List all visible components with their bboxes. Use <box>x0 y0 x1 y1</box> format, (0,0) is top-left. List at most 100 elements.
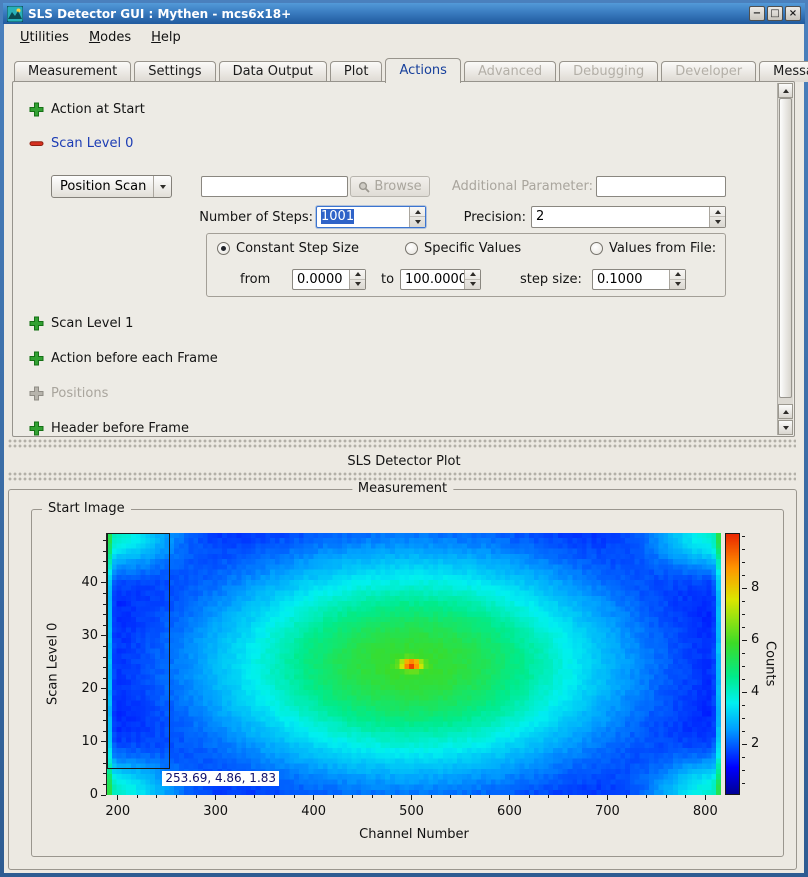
spin-down-icon[interactable] <box>350 280 365 290</box>
spin-down-icon[interactable] <box>710 217 725 227</box>
from-value: 0.0000 <box>297 270 343 289</box>
minus-red-icon[interactable] <box>29 136 44 151</box>
menu-help[interactable]: Help <box>141 27 191 48</box>
menu-modes[interactable]: Modes <box>79 27 141 48</box>
radio-specific-values[interactable]: Specific Values <box>405 241 521 256</box>
menu-utilities[interactable]: Utilities <box>10 27 79 48</box>
heatmap-canvas[interactable] <box>107 533 721 795</box>
precision-spinbox[interactable]: 2 <box>531 206 726 228</box>
step-size-value: 0.1000 <box>597 270 643 289</box>
spin-buttons <box>409 207 425 227</box>
from-spinbox[interactable]: 0.0000 <box>292 269 366 290</box>
scrollbar-thumb[interactable] <box>779 98 792 398</box>
spin-down-icon[interactable] <box>670 280 685 290</box>
tab-messages[interactable]: Messages <box>759 61 808 82</box>
app-icon <box>7 6 23 22</box>
spin-up-icon[interactable] <box>670 270 685 280</box>
colorbar-minor-tick <box>742 718 745 719</box>
action-at-start-row[interactable]: Action at Start <box>29 102 145 117</box>
tab-plot[interactable]: Plot <box>330 61 383 82</box>
minimize-button[interactable]: − <box>749 6 765 21</box>
x-minor-tick <box>529 795 530 798</box>
plus-gray-icon <box>29 386 44 401</box>
y-minor-tick <box>103 625 106 626</box>
colorbar-minor-tick <box>742 562 745 563</box>
scan-mode-combobox[interactable]: Position Scan <box>51 175 172 198</box>
from-label: from <box>240 272 270 287</box>
spin-buttons <box>349 270 365 289</box>
y-minor-tick <box>103 604 106 605</box>
radio-button-icon[interactable] <box>590 242 603 255</box>
x-minor-tick <box>176 795 177 798</box>
vertical-scrollbar[interactable] <box>777 83 793 435</box>
spin-up-icon[interactable] <box>410 207 425 217</box>
radio-button-icon[interactable] <box>217 242 230 255</box>
tab-measurement[interactable]: Measurement <box>14 61 131 82</box>
plus-green-icon[interactable] <box>29 351 44 366</box>
window-content: Utilities Modes Help MeasurementSettings… <box>4 24 804 873</box>
x-minor-tick <box>372 795 373 798</box>
x-minor-tick <box>489 795 490 798</box>
y-minor-tick <box>103 667 106 668</box>
chevron-down-icon[interactable] <box>153 176 171 197</box>
step-size-spinbox[interactable]: 0.1000 <box>592 269 686 290</box>
header-before-frame-row[interactable]: Header before Frame <box>29 421 189 436</box>
scroll-up-button[interactable] <box>778 404 793 419</box>
x-minor-tick <box>470 795 471 798</box>
x-minor-tick <box>196 795 197 798</box>
precision-value: 2 <box>536 207 544 226</box>
number-of-steps-spinbox[interactable]: 1001 <box>316 206 426 228</box>
maximize-button[interactable]: □ <box>767 6 783 21</box>
plus-green-icon[interactable] <box>29 421 44 436</box>
y-tick <box>101 741 106 742</box>
scroll-down-button[interactable] <box>778 420 793 435</box>
spin-down-icon[interactable] <box>465 280 480 290</box>
precision-label: Precision: <box>449 210 526 225</box>
y-tick-label: 0 <box>65 787 98 802</box>
tab-data-output[interactable]: Data Output <box>219 61 327 82</box>
x-tick-label: 600 <box>484 804 534 819</box>
additional-parameter-input[interactable] <box>596 176 726 197</box>
spin-up-icon[interactable] <box>350 270 365 280</box>
spin-down-icon[interactable] <box>410 217 425 227</box>
x-tick <box>117 795 118 800</box>
plus-green-icon[interactable] <box>29 316 44 331</box>
radio-constant-step-size[interactable]: Constant Step Size <box>217 241 359 256</box>
x-minor-tick <box>568 795 569 798</box>
x-minor-tick <box>685 795 686 798</box>
radio-button-icon[interactable] <box>405 242 418 255</box>
scan-level-1-row[interactable]: Scan Level 1 <box>29 316 133 331</box>
radio-values-from-file[interactable]: Values from File: <box>590 241 716 256</box>
scan-script-input[interactable] <box>201 176 348 197</box>
colorbar-tick <box>742 692 747 693</box>
tab-settings[interactable]: Settings <box>134 61 215 82</box>
colorbar-minor-tick <box>742 666 745 667</box>
action-before-frame-row[interactable]: Action before each Frame <box>29 351 218 366</box>
close-button[interactable]: × <box>785 6 801 21</box>
spin-buttons <box>669 270 685 289</box>
x-tick-label: 500 <box>387 804 437 819</box>
to-spinbox[interactable]: 100.0000 <box>400 269 481 290</box>
action-row-label: Action before each Frame <box>51 351 218 366</box>
y-minor-tick <box>103 699 106 700</box>
x-tick <box>607 795 608 800</box>
positions-row: Positions <box>29 386 108 401</box>
colorbar-minor-tick <box>742 549 745 550</box>
x-minor-tick <box>333 795 334 798</box>
tab-actions[interactable]: Actions <box>385 58 461 83</box>
splitter-handle[interactable] <box>8 439 796 449</box>
y-minor-tick <box>103 646 106 647</box>
colorbar-canvas <box>726 534 739 794</box>
scan-level-0-row[interactable]: Scan Level 0 <box>29 136 133 151</box>
plus-green-icon[interactable] <box>29 102 44 117</box>
heatmap-plot-area[interactable]: 253.69, 4.86, 1.83 Channel Number 200300… <box>106 533 720 795</box>
y-minor-tick <box>103 731 106 732</box>
spin-up-icon[interactable] <box>465 270 480 280</box>
x-axis-title: Channel Number <box>107 827 721 842</box>
action-row-label: Scan Level 0 <box>51 136 133 151</box>
spin-up-icon[interactable] <box>710 207 725 217</box>
measurement-groupbox: Measurement Start Image Scan Level 0 253… <box>8 489 797 870</box>
scroll-up-button[interactable] <box>778 83 793 98</box>
colorbar-minor-tick <box>742 705 745 706</box>
title-bar[interactable]: SLS Detector GUI : Mythen - mcs6x18+ − □… <box>3 3 805 24</box>
